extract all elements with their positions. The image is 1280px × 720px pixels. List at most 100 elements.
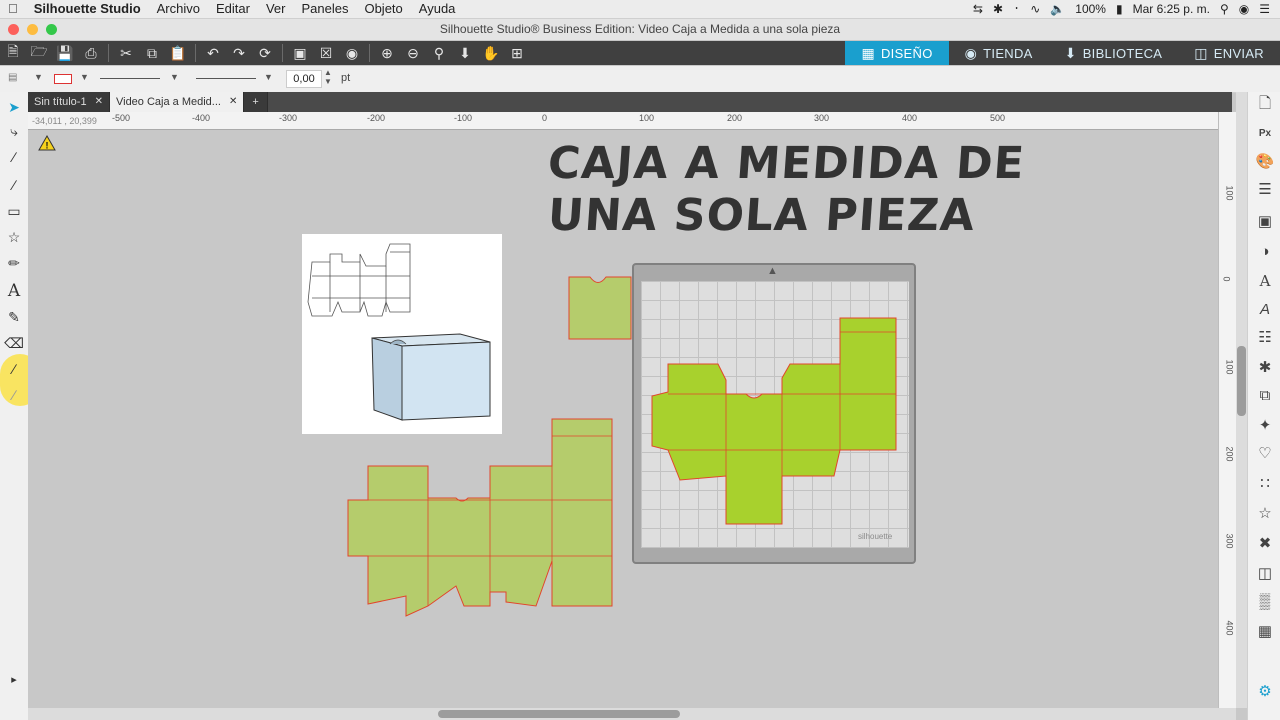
reference-box-image[interactable]: [302, 234, 502, 434]
trace-icon[interactable]: ∷: [1254, 472, 1276, 494]
minimize-window-button[interactable]: [27, 24, 38, 35]
menu-list-icon[interactable]: ☰: [1259, 2, 1270, 16]
doc-tab-sin-titulo[interactable]: Sin título-1 ✕: [28, 92, 110, 112]
clock[interactable]: Mar 6:25 p. m.: [1133, 2, 1210, 16]
stepper-icon[interactable]: ▲ ▼: [324, 68, 332, 86]
fit-page-icon[interactable]: ⊞: [506, 42, 528, 64]
search-icon[interactable]: ⚲: [1220, 2, 1229, 16]
knife-icon[interactable]: ∕: [5, 360, 23, 378]
line-tool-icon[interactable]: ∕: [5, 176, 23, 194]
align-icon[interactable]: ☷: [1254, 326, 1276, 348]
panel-toggle-icon[interactable]: ▸: [5, 670, 23, 688]
pixscan-icon[interactable]: Px: [1254, 122, 1276, 144]
add-tab-button[interactable]: +: [244, 92, 268, 112]
wifi-icon[interactable]: ∿: [1030, 2, 1040, 16]
menu-archivo[interactable]: Archivo: [149, 0, 208, 18]
new-document-icon[interactable]: 🗎: [2, 42, 24, 64]
canvas-heading-line-1[interactable]: CAJA A MEDIDA DE: [546, 138, 1026, 189]
close-window-button[interactable]: [8, 24, 19, 35]
warning-icon[interactable]: !: [38, 135, 56, 151]
text-tool-icon[interactable]: A: [5, 281, 23, 301]
modify-icon[interactable]: ✦: [1254, 414, 1276, 436]
redo-icon[interactable]: ↷: [228, 42, 250, 64]
gear-status-icon[interactable]: ✱: [993, 2, 1003, 16]
canvas-heading-line-2[interactable]: UNA SOLA PIEZA: [546, 190, 977, 241]
transform-icon[interactable]: ⧉: [1254, 384, 1276, 406]
fill-color-icon[interactable]: 🎨: [1254, 150, 1276, 172]
tab-tienda[interactable]: ◉ TIENDA: [948, 41, 1049, 65]
menu-editar[interactable]: Editar: [208, 0, 258, 18]
menu-paneles[interactable]: Paneles: [293, 0, 356, 18]
copy-icon[interactable]: ⧉: [141, 42, 163, 64]
vertical-scroll-thumb[interactable]: [1237, 346, 1246, 416]
pattern-fill-icon[interactable]: ▒: [1254, 590, 1276, 612]
zoom-in-icon[interactable]: ⊕: [376, 42, 398, 64]
cut-icon[interactable]: ✂: [115, 42, 137, 64]
line-tool-icon[interactable]: ∕: [5, 148, 23, 166]
tab-enviar[interactable]: ◫ ENVIAR: [1178, 41, 1280, 65]
chevron-down-icon[interactable]: ▼: [264, 72, 273, 82]
undo-icon[interactable]: ↶: [202, 42, 224, 64]
line-style-icon[interactable]: ☰: [1254, 178, 1276, 200]
fill-swatch-icon[interactable]: ▤: [8, 72, 17, 83]
sketch-icon[interactable]: ☆: [1254, 502, 1276, 524]
box-panel-shape[interactable]: [568, 276, 632, 340]
battery-icon[interactable]: ▮: [1116, 2, 1123, 16]
close-icon[interactable]: ✕: [95, 92, 103, 112]
bluetooth-icon[interactable]: ᛫: [1013, 2, 1020, 16]
line-width-input[interactable]: 0,00: [286, 70, 322, 88]
paste-icon[interactable]: 📋: [167, 42, 189, 64]
apple-icon[interactable]: : [0, 0, 26, 18]
emboss-icon[interactable]: ◫: [1254, 562, 1276, 584]
deselect-icon[interactable]: ☒: [315, 42, 337, 64]
settings-gear-icon[interactable]: ⚙: [1254, 680, 1276, 702]
text-path-icon[interactable]: A: [1254, 298, 1276, 320]
zoom-fit-icon[interactable]: ⚲: [428, 42, 450, 64]
texture-icon[interactable]: ▣: [1254, 210, 1276, 232]
replicate-icon[interactable]: ✱: [1254, 356, 1276, 378]
edit-tool-icon[interactable]: ✎: [5, 308, 23, 326]
mat-box-template-shape[interactable]: [650, 316, 900, 528]
print-icon[interactable]: ⎙: [80, 42, 102, 64]
line-color-swatch[interactable]: [54, 74, 72, 84]
point-edit-icon[interactable]: ⤷: [5, 122, 23, 140]
page-setup-icon[interactable]: 🗋: [1254, 94, 1276, 116]
star-tool-icon[interactable]: ☆: [5, 228, 23, 246]
siri-icon[interactable]: ◉: [1239, 2, 1249, 16]
zoom-out-icon[interactable]: ⊖: [402, 42, 424, 64]
select-by-color-icon[interactable]: ◉: [341, 42, 363, 64]
eyedropper-icon[interactable]: ∕: [5, 386, 23, 404]
offset-icon[interactable]: ♡: [1254, 442, 1276, 464]
select-arrow-icon[interactable]: ➤: [5, 98, 23, 116]
chevron-down-icon[interactable]: ▼: [170, 72, 179, 82]
box-template-shape[interactable]: [346, 416, 616, 620]
open-folder-icon[interactable]: 🗁: [28, 42, 50, 64]
refresh-icon[interactable]: ⟳: [254, 42, 276, 64]
chevron-down-icon[interactable]: ▼: [80, 72, 89, 82]
rectangle-tool-icon[interactable]: ▭: [5, 202, 23, 220]
line-join-select[interactable]: [196, 78, 256, 79]
doc-tab-video-caja[interactable]: Video Caja a Medid... ✕: [109, 92, 245, 112]
zoom-window-button[interactable]: [46, 24, 57, 35]
save-icon[interactable]: 💾: [54, 42, 76, 64]
gradient-icon[interactable]: ◑: [1254, 240, 1276, 262]
menu-objeto[interactable]: Objeto: [356, 0, 410, 18]
vertical-scrollbar[interactable]: [1236, 92, 1247, 708]
horizontal-scrollbar[interactable]: [28, 708, 1236, 720]
rhinestone-icon[interactable]: ✖: [1254, 532, 1276, 554]
volume-icon[interactable]: 🔈: [1050, 2, 1065, 16]
teamviewer-icon[interactable]: ⇆: [973, 2, 983, 16]
eraser-icon[interactable]: ⌫: [4, 334, 24, 352]
library-grid-icon[interactable]: ▦: [1254, 620, 1276, 642]
close-icon[interactable]: ✕: [229, 92, 237, 112]
tab-diseno[interactable]: ▦ DISEÑO: [845, 41, 949, 65]
line-style-select[interactable]: [100, 78, 160, 79]
text-style-icon[interactable]: A: [1254, 270, 1276, 292]
horizontal-scroll-thumb[interactable]: [438, 710, 680, 718]
move-down-icon[interactable]: ⬇: [454, 42, 476, 64]
pan-hand-icon[interactable]: ✋: [480, 42, 502, 64]
tab-biblioteca[interactable]: ⬇ BIBLIOTECA: [1048, 41, 1179, 65]
select-all-icon[interactable]: ▣: [289, 42, 311, 64]
menu-ver[interactable]: Ver: [258, 0, 294, 18]
chevron-down-icon[interactable]: ▼: [34, 72, 43, 82]
